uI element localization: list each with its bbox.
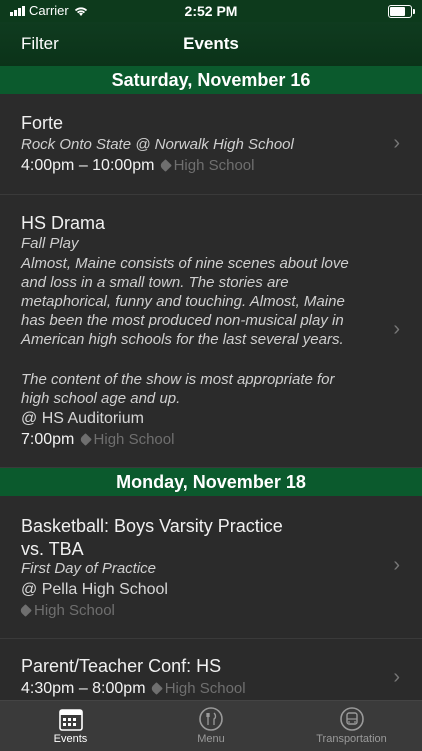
- event-tag: High School: [173, 157, 255, 174]
- tab-label: Events: [53, 733, 88, 745]
- description-line: Almost, Maine consists of nine scenes ab…: [21, 255, 349, 272]
- event-time: 7:00pm: [21, 431, 75, 448]
- description-line: and loss in a small town. The stories ar…: [21, 274, 289, 291]
- description-line: The content of the show is most appropri…: [21, 371, 335, 388]
- status-time: 2:52 PM: [184, 3, 238, 19]
- event-time-row: 4:00pm – 10:00pm High School: [21, 157, 254, 175]
- page-title: Events: [183, 34, 239, 53]
- event-subtitle: Rock Onto State @ Norwalk High School: [21, 136, 294, 153]
- event-title: Basketball: Boys Varsity Practice: [21, 516, 283, 536]
- description-line: metaphorical, funny and touching. Almost…: [21, 293, 345, 310]
- event-row-forte[interactable]: Forte Rock Onto State @ Norwalk High Sch…: [0, 94, 422, 195]
- section-header: Saturday, November 16: [0, 66, 422, 94]
- event-title: Parent/Teacher Conf: HS: [21, 656, 222, 676]
- tag-icon: [19, 603, 32, 617]
- chevron-right-icon: ›: [393, 318, 400, 340]
- nav-bar: Filter Events: [0, 22, 422, 66]
- battery-icon: [388, 5, 415, 18]
- chevron-right-icon: ›: [393, 666, 400, 688]
- description-line: high school age and up.: [21, 390, 181, 407]
- event-time-row: 7:00pm High School: [21, 431, 174, 449]
- event-tag: High School: [34, 602, 115, 619]
- event-title-line2: vs. TBA: [21, 539, 84, 559]
- tag-icon: [78, 432, 92, 446]
- tab-events[interactable]: Events: [0, 701, 141, 751]
- event-location: @ Pella High School: [21, 581, 168, 598]
- calendar-icon: [58, 707, 83, 731]
- tab-bar: Events Menu Transportation: [0, 700, 422, 751]
- description-line: has been the most produced non-musical p…: [21, 312, 344, 329]
- event-title: Forte: [21, 113, 64, 133]
- section-header: Monday, November 18: [0, 468, 422, 496]
- event-tag: High School: [164, 680, 246, 697]
- bus-icon: [339, 707, 364, 731]
- event-time-row: 4:30pm – 8:00pm High School: [21, 680, 246, 698]
- chevron-right-icon: ›: [393, 554, 400, 576]
- tab-transportation[interactable]: Transportation: [281, 701, 422, 751]
- event-tag-row: High School: [19, 602, 115, 619]
- tab-label: Transportation: [316, 733, 387, 745]
- event-row-basketball[interactable]: Basketball: Boys Varsity Practice vs. TB…: [0, 496, 422, 639]
- event-time: 4:00pm – 10:00pm: [21, 157, 155, 174]
- tab-label: Menu: [197, 733, 225, 745]
- event-subtitle: Fall Play: [21, 235, 79, 252]
- event-subtitle: First Day of Practice: [21, 560, 157, 577]
- event-row-parent-teacher[interactable]: Parent/Teacher Conf: HS 4:30pm – 8:00pm …: [0, 638, 422, 700]
- tag-icon: [158, 158, 172, 172]
- chevron-right-icon: ›: [393, 132, 400, 154]
- description-line: American high schools for the last sever…: [21, 331, 344, 348]
- event-title: HS Drama: [21, 213, 106, 233]
- tag-icon: [149, 681, 163, 695]
- event-row-hs-drama[interactable]: HS Drama Fall Play Almost, Maine consist…: [0, 194, 422, 468]
- tab-menu[interactable]: Menu: [141, 701, 281, 751]
- event-tag: High School: [93, 431, 175, 448]
- utensils-icon: [199, 707, 223, 731]
- event-time: 4:30pm – 8:00pm: [21, 680, 146, 697]
- event-location: @ HS Auditorium: [21, 410, 144, 427]
- status-bar: Carrier 2:52 PM: [0, 0, 422, 22]
